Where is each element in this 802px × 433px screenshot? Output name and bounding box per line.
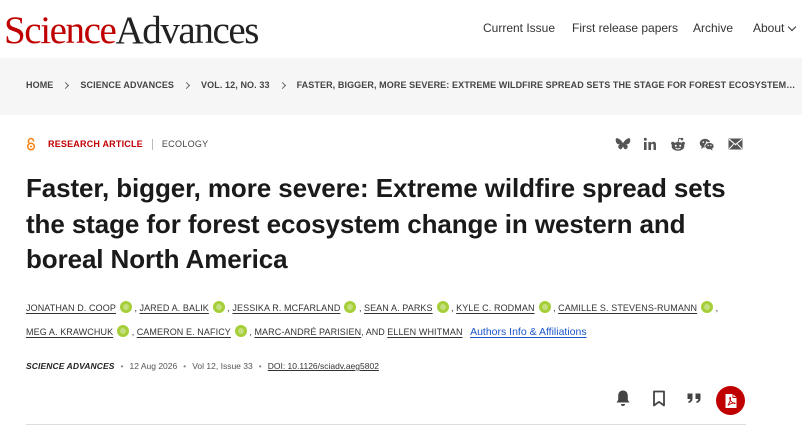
author-link[interactable]: ELLEN WHITMAN (387, 327, 462, 337)
orcid-icon[interactable] (538, 301, 551, 313)
site-header: ScienceAdvances Current Issue First rele… (0, 0, 802, 58)
site-logo[interactable]: ScienceAdvances (4, 8, 259, 54)
citation-date: 12 Aug 2026 (129, 361, 178, 371)
citation-journal: SCIENCE ADVANCES (26, 361, 115, 371)
breadcrumb-volume[interactable]: VOL. 12, NO. 33 (201, 80, 270, 90)
article-meta-row: RESEARCH ARTICLE ECOLOGY (26, 137, 209, 151)
separator-dot: • (120, 361, 124, 371)
reddit-icon[interactable] (670, 136, 686, 152)
authors-info-affiliations-link[interactable]: Authors Info & Affiliations (470, 326, 587, 338)
author-link[interactable]: JESSIKA R. MCFARLAND (232, 303, 340, 313)
bell-icon[interactable] (614, 388, 632, 408)
logo-advances: Advances (115, 9, 259, 52)
orcid-icon[interactable] (701, 301, 714, 313)
breadcrumb-home[interactable]: HOME (26, 80, 53, 90)
quote-icon[interactable] (685, 388, 703, 408)
nav-archive[interactable]: Archive (693, 21, 733, 35)
orcid-icon[interactable] (436, 301, 449, 313)
author-link[interactable]: MEG A. KRAWCHUK (26, 327, 113, 337)
author-link[interactable]: SEAN A. PARKS (364, 303, 433, 313)
open-access-icon (26, 137, 36, 151)
article-title: Faster, bigger, more severe: Extreme wil… (26, 173, 726, 274)
bluesky-icon[interactable] (615, 136, 631, 152)
citation-line: SCIENCE ADVANCES • 12 Aug 2026 • Vol 12,… (26, 361, 379, 371)
orcid-icon[interactable] (117, 325, 130, 337)
article-type: RESEARCH ARTICLE (48, 139, 143, 149)
orcid-icon[interactable] (234, 325, 247, 337)
author-list: JONATHAN D. COOP , JARED A. BALIK , JESS… (26, 301, 719, 338)
nav-about-dropdown[interactable]: About (753, 21, 797, 35)
chevron-right-icon (278, 81, 286, 89)
author-link[interactable]: CAMERON E. NAFICY (137, 327, 231, 337)
article-subject[interactable]: ECOLOGY (162, 139, 209, 149)
breadcrumb-current: FASTER, BIGGER, MORE SEVERE: EXTREME WIL… (296, 80, 796, 90)
email-icon[interactable] (727, 136, 743, 152)
separator-dot: • (183, 361, 187, 371)
nav-about-label: About (753, 21, 785, 35)
linkedin-icon[interactable] (642, 136, 658, 152)
logo-science: Science (4, 9, 117, 52)
nav-first-release-papers[interactable]: First release papers (572, 21, 678, 35)
divider (151, 138, 153, 150)
chevron-down-icon (788, 22, 797, 31)
divider (26, 424, 746, 425)
orcid-icon[interactable] (212, 301, 225, 313)
wechat-icon[interactable] (699, 136, 715, 152)
pdf-icon (725, 393, 736, 408)
pdf-download-button[interactable] (716, 386, 745, 415)
breadcrumb-science-advances[interactable]: SCIENCE ADVANCES (80, 80, 174, 90)
author-link[interactable]: MARC-ANDRÉ PARISIEN (254, 327, 361, 337)
author-link[interactable]: JARED A. BALIK (139, 303, 208, 313)
chevron-right-icon (182, 81, 191, 89)
orcid-icon[interactable] (344, 301, 357, 313)
author-conjunction: AND (365, 327, 385, 337)
author-link[interactable]: KYLE C. RODMAN (456, 303, 534, 313)
nav-current-issue[interactable]: Current Issue (483, 21, 555, 35)
author-link[interactable]: CAMILLE S. STEVENS-RUMANN (558, 303, 697, 313)
bookmark-icon[interactable] (650, 388, 668, 408)
separator-dot: • (258, 361, 262, 371)
citation-volume: Vol 12, Issue 33 (192, 361, 253, 371)
chevron-right-icon (62, 81, 70, 89)
author-link[interactable]: JONATHAN D. COOP (26, 303, 116, 313)
orcid-icon[interactable] (119, 301, 132, 313)
doi-link[interactable]: DOI: 10.1126/sciadv.aeg5802 (268, 361, 379, 371)
breadcrumb: HOME SCIENCE ADVANCES VOL. 12, NO. 33 FA… (26, 80, 795, 90)
breadcrumb-bar: HOME SCIENCE ADVANCES VOL. 12, NO. 33 FA… (0, 58, 802, 115)
